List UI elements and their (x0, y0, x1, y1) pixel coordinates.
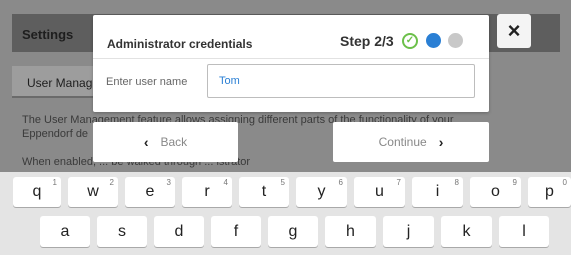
key-label: j (406, 223, 411, 240)
key-s[interactable]: s (97, 216, 147, 247)
key-h[interactable]: h (325, 216, 376, 247)
key-label: f (233, 223, 239, 240)
close-icon: × (507, 18, 521, 43)
key-sublabel: 4 (223, 178, 228, 187)
key-sublabel: 6 (338, 178, 343, 187)
key-i[interactable]: i 8 (412, 177, 463, 207)
key-sublabel: 0 (562, 178, 567, 187)
key-g[interactable]: g (268, 216, 318, 247)
on-screen-keyboard: q 1 w 2 e 3 r 4 t 5 y 6 u 7 i 8 o 9 p 0 … (0, 172, 571, 255)
user-name-label: Enter user name (106, 76, 188, 88)
step-indicator-label: Step 2/3 (340, 33, 394, 49)
key-y[interactable]: y 6 (296, 177, 347, 207)
step-inactive-dot-icon (448, 33, 463, 48)
continue-button-label: Continue (378, 135, 427, 149)
back-button-label: Back (160, 135, 188, 149)
key-sublabel: 3 (166, 178, 171, 187)
key-u[interactable]: u 7 (354, 177, 405, 207)
key-sublabel: 2 (109, 178, 114, 187)
key-r[interactable]: r 4 (182, 177, 232, 207)
settings-title: Settings (22, 27, 74, 42)
key-sublabel: 7 (396, 178, 401, 187)
back-button[interactable]: ‹ Back (93, 122, 238, 162)
key-p[interactable]: p 0 (528, 177, 571, 207)
key-q[interactable]: q 1 (13, 177, 61, 207)
key-sublabel: 8 (454, 178, 459, 187)
key-label: h (346, 223, 355, 240)
key-t[interactable]: t 5 (239, 177, 289, 207)
step-active-dot-icon (426, 33, 441, 48)
chevron-left-icon: ‹ (143, 134, 149, 150)
key-o[interactable]: o 9 (470, 177, 521, 207)
close-button[interactable]: × (497, 14, 531, 48)
dialog-title: Administrator credentials (107, 37, 253, 51)
key-e[interactable]: e 3 (125, 177, 175, 207)
key-label: d (174, 223, 184, 240)
key-label: a (60, 223, 70, 240)
step-complete-check-icon: ✓ (402, 33, 418, 49)
administrator-credentials-dialog: Administrator credentials Step 2/3 ✓ Ent… (93, 15, 489, 112)
key-sublabel: 1 (52, 178, 57, 187)
key-j[interactable]: j (383, 216, 434, 247)
key-sublabel: 5 (280, 178, 285, 187)
continue-button[interactable]: Continue › (333, 122, 489, 162)
description-line: Eppendorf de (22, 128, 89, 140)
key-l[interactable]: l (499, 216, 549, 247)
key-d[interactable]: d (154, 216, 204, 247)
chevron-right-icon: › (438, 134, 444, 150)
key-label: g (288, 223, 298, 240)
tab-user-management-label: User Manag (27, 76, 93, 90)
key-sublabel: 9 (512, 178, 517, 187)
key-k[interactable]: k (441, 216, 492, 247)
key-f[interactable]: f (211, 216, 261, 247)
key-label: s (118, 223, 126, 240)
user-name-input[interactable] (207, 64, 475, 98)
key-label: k (462, 223, 471, 240)
key-w[interactable]: w 2 (68, 177, 118, 207)
key-label: l (522, 223, 526, 240)
key-a[interactable]: a (40, 216, 90, 247)
dialog-divider (93, 58, 489, 59)
